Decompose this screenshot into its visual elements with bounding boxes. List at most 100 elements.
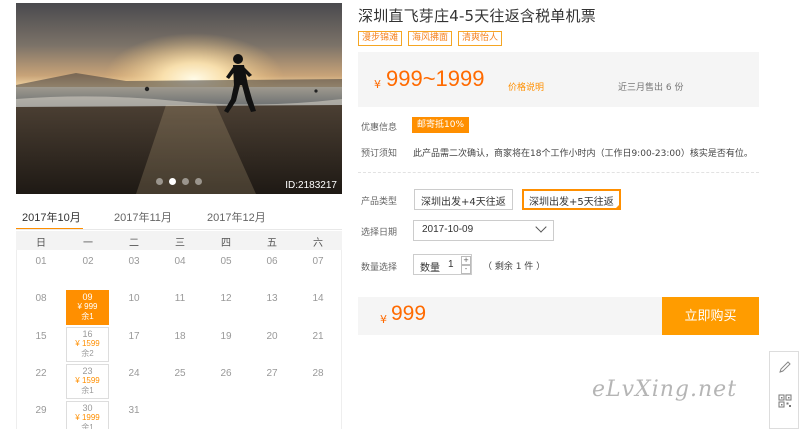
calendar-day: 05 (220, 256, 232, 267)
calendar-day: 04 (174, 256, 186, 267)
quantity-decrement-button[interactable]: - (461, 265, 471, 274)
calendar-day: 21 (312, 331, 324, 342)
type-option-4day[interactable]: 深圳出发+4天往返 (414, 189, 513, 210)
tab-month-nov[interactable]: 2017年11月 (114, 209, 172, 225)
calendar-day: 26 (220, 368, 232, 379)
quantity-label: 数量选择 (361, 263, 398, 273)
calendar-day: 02 (82, 256, 94, 267)
total-price-panel: ¥ 999 (358, 297, 662, 335)
type-option-5day-selected[interactable]: 深圳出发+5天往返 (522, 189, 621, 210)
weekday-fri: 五 (267, 238, 277, 249)
calendar-day: 13 (266, 293, 278, 304)
calendar-day-priced[interactable]: 23 ¥ 1599 余1 (66, 364, 109, 399)
qr-code-icon[interactable] (778, 394, 792, 408)
quantity-value[interactable]: 1 (448, 259, 454, 270)
tab-month-oct[interactable]: 2017年10月 (22, 209, 81, 225)
calendar-day-priced-selected[interactable]: 09 ¥ 999 余1 (66, 290, 109, 325)
product-photo[interactable]: ID:2183217 (16, 3, 342, 194)
day-price: ¥ 1999 (75, 413, 100, 422)
promo-badge[interactable]: 邮寄抵10% (412, 117, 470, 133)
weekday-mon: 一 (83, 238, 93, 249)
weekday-sat: 六 (313, 238, 323, 249)
buy-now-button[interactable]: 立即购买 (662, 297, 759, 335)
calendar-day: 03 (128, 256, 140, 267)
date-select-value: 2017-10-09 (422, 224, 474, 235)
product-type-label: 产品类型 (361, 197, 398, 207)
chevron-down-icon (535, 221, 547, 233)
calendar-day: 07 (312, 256, 324, 267)
quantity-increment-button[interactable]: + (461, 256, 471, 265)
price-panel: ¥ 999~1999 价格说明 近三月售出 6 份 (358, 52, 759, 107)
feature-tag: 清爽怡人 (458, 31, 503, 46)
calendar-day: 14 (312, 293, 324, 304)
promo-label: 优惠信息 (361, 123, 398, 133)
weekday-thu: 四 (221, 238, 231, 249)
price-explain-link[interactable]: 价格说明 (508, 80, 544, 93)
notice-label: 预订须知 (361, 149, 398, 159)
feature-tag: 海风拂面 (408, 31, 453, 46)
day-number: 30 (82, 403, 93, 413)
day-number: 09 (82, 292, 93, 302)
booking-notice: 此产品需二次确认，商家将在18个工作小时内（工作日9:00-23:00）核实是否… (413, 149, 753, 159)
weekday-tue: 二 (129, 238, 139, 249)
calendar-day: 25 (174, 368, 186, 379)
product-title: 深圳直飞芽庄4-5天往返含税单机票 (358, 7, 596, 25)
calendar-day: 28 (312, 368, 324, 379)
watermark: eLvXing.net (592, 377, 738, 402)
side-toolbar (769, 351, 799, 429)
quantity-stepper[interactable]: 数量 1 + - (413, 254, 472, 275)
weekday-sun: 日 (36, 238, 46, 249)
date-label: 选择日期 (361, 228, 398, 238)
calendar-day-priced[interactable]: 16 ¥ 1599 余2 (66, 327, 109, 362)
currency-symbol: ¥ (380, 313, 387, 326)
calendar-day: 12 (220, 293, 232, 304)
weekday-wed: 三 (175, 238, 185, 249)
beach-scene-image (16, 33, 342, 194)
calendar-day: 19 (220, 331, 232, 342)
calendar-day: 31 (128, 405, 140, 416)
calendar-day: 29 (35, 405, 47, 416)
calendar-day: 22 (35, 368, 47, 379)
weekday-header: 日 一 二 三 四 五 六 (16, 231, 342, 250)
day-remaining: 余1 (81, 312, 94, 321)
date-select[interactable]: 2017-10-09 (413, 220, 554, 241)
calendar-day: 06 (266, 256, 278, 267)
quantity-field-label: 数量 (420, 263, 440, 274)
calendar-day: 24 (128, 368, 140, 379)
carousel-dots (156, 178, 202, 185)
calendar-day: 27 (266, 368, 278, 379)
calendar-day: 18 (174, 331, 186, 342)
calendar-day: 11 (174, 293, 186, 304)
day-price: ¥ 999 (77, 302, 98, 311)
calendar-day: 01 (35, 256, 47, 267)
calendar-day: 15 (35, 331, 47, 342)
day-price: ¥ 1599 (75, 376, 100, 385)
calendar-day: 08 (35, 293, 47, 304)
tab-month-dec[interactable]: 2017年12月 (207, 209, 266, 225)
edit-icon[interactable] (778, 360, 792, 374)
carousel-dot-active[interactable] (169, 178, 176, 185)
carousel-dot[interactable] (156, 178, 163, 185)
remaining-stock: （ 剩余 1 件 ） (483, 262, 546, 272)
divider (16, 229, 342, 230)
sales-count: 近三月售出 6 份 (618, 83, 684, 93)
divider (358, 172, 759, 173)
day-remaining: 余1 (81, 386, 94, 395)
day-number: 23 (82, 366, 93, 376)
calendar-day: 10 (128, 293, 140, 304)
feature-tag: 漫步锦滩 (358, 31, 403, 46)
currency-symbol: ¥ (374, 78, 381, 91)
carousel-dot[interactable] (182, 178, 189, 185)
day-price: ¥ 1599 (75, 339, 100, 348)
month-tabs: 2017年10月 2017年11月 2017年12月 (16, 205, 342, 230)
total-price: 999 (391, 302, 427, 325)
calendar-day: 17 (128, 331, 140, 342)
day-number: 16 (82, 329, 93, 339)
calendar-day-priced[interactable]: 30 ¥ 1999 余1 (66, 401, 109, 429)
price-range: 999~1999 (386, 66, 485, 91)
day-remaining: 余1 (81, 423, 94, 429)
tag-list: 漫步锦滩 海风拂面 清爽怡人 (358, 31, 503, 46)
carousel-dot[interactable] (195, 178, 202, 185)
day-remaining: 余2 (81, 349, 94, 358)
calendar-day: 20 (266, 331, 278, 342)
